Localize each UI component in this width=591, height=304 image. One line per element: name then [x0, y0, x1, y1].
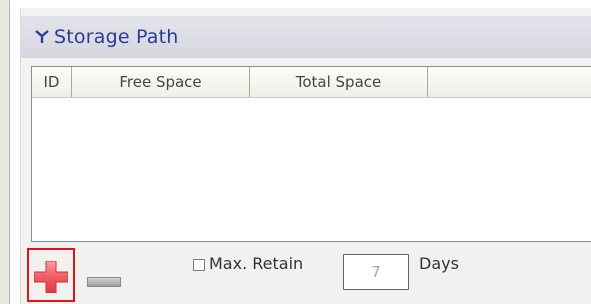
column-header-filler	[428, 67, 591, 97]
column-header-free-space[interactable]: Free Space	[72, 67, 250, 97]
table-header: ID Free Space Total Space	[32, 67, 591, 98]
bottom-toolbar: Max. Retain Days	[21, 242, 591, 304]
column-header-id[interactable]: ID	[32, 67, 72, 97]
storage-path-panel: Storage Path ID Free Space Total Space M…	[21, 8, 591, 304]
remove-path-button[interactable]	[87, 272, 121, 287]
storage-path-table[interactable]: ID Free Space Total Space	[31, 66, 591, 242]
minus-icon	[87, 272, 121, 291]
retain-days-input[interactable]	[343, 254, 409, 290]
max-retain-checkbox[interactable]	[193, 259, 205, 271]
window-left-border	[0, 0, 10, 304]
days-label: Days	[419, 254, 459, 273]
table-body[interactable]	[32, 98, 591, 242]
left-strip	[10, 8, 21, 304]
section-title: Storage Path	[54, 26, 179, 48]
column-header-total-space[interactable]: Total Space	[250, 67, 428, 97]
chevron-double-down-icon[interactable]	[35, 29, 49, 45]
top-strip	[10, 0, 591, 8]
section-header[interactable]: Storage Path	[21, 16, 591, 58]
add-path-button[interactable]	[27, 248, 75, 302]
max-retain-label: Max. Retain	[209, 254, 304, 273]
